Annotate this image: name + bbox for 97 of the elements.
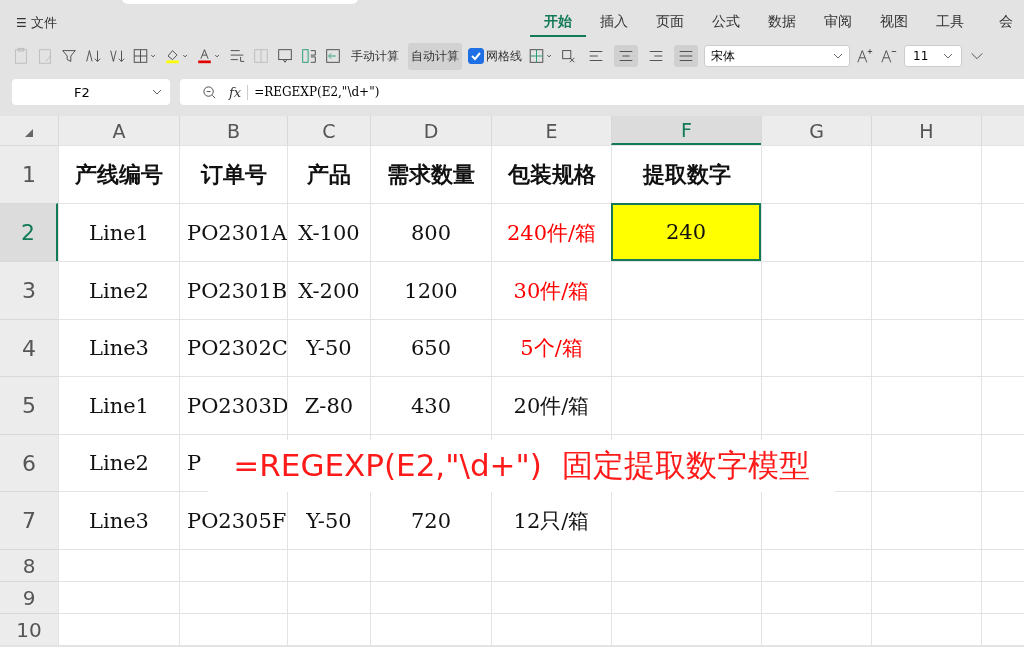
table-cell: 240 — [611, 203, 761, 261]
table-cell: X-100 — [287, 203, 370, 261]
zoom-icon[interactable] — [202, 84, 217, 100]
insert-cells-icon[interactable] — [324, 47, 342, 65]
table-cell — [981, 376, 1024, 434]
ribbon-tab[interactable]: 页面 — [642, 9, 698, 37]
table-cell: Line1 — [58, 376, 179, 434]
name-box[interactable]: F2 — [12, 79, 170, 105]
table-cell: Line1 — [58, 203, 179, 261]
borders-icon[interactable] — [132, 47, 158, 65]
column-header[interactable]: G — [761, 116, 871, 145]
ribbon-tab[interactable]: 数据 — [754, 9, 810, 37]
clear-format-icon[interactable] — [560, 47, 578, 65]
ribbon-tab[interactable]: 视图 — [866, 9, 922, 37]
table-cell: 20件/箱 — [491, 376, 611, 434]
sort-descending-icon[interactable] — [108, 47, 126, 65]
row-header[interactable]: 7 — [0, 491, 58, 549]
table-cell: Line2 — [58, 434, 179, 491]
column-header[interactable]: B — [179, 116, 287, 145]
ribbon-tab[interactable]: 工具 — [922, 9, 978, 37]
column-header[interactable]: F — [611, 116, 761, 145]
row-header[interactable]: 1 — [0, 145, 58, 203]
table-cell: Y-50 — [287, 319, 370, 376]
table-cell — [981, 319, 1024, 376]
fill-color-icon[interactable] — [164, 47, 190, 65]
ribbon-tab[interactable]: 审阅 — [810, 9, 866, 37]
table-cell: PO2302C — [179, 319, 287, 376]
row-header[interactable]: 5 — [0, 376, 58, 434]
table-cell: 包装规格 — [491, 145, 611, 203]
select-all-icon[interactable] — [25, 129, 33, 137]
table-cell: 30件/箱 — [491, 261, 611, 319]
chevron-down-icon — [943, 53, 953, 59]
row-header[interactable]: 8 — [0, 549, 58, 581]
row-header[interactable]: 6 — [0, 434, 58, 491]
row-header[interactable]: 4 — [0, 319, 58, 376]
font-select[interactable]: 宋体 — [704, 45, 850, 67]
sort-ascending-icon[interactable] — [84, 47, 102, 65]
table-cell: 1200 — [370, 261, 491, 319]
table-cell: 430 — [370, 376, 491, 434]
manual-calc-button[interactable]: 手动计算 — [348, 42, 402, 70]
ribbon-tab[interactable]: 插入 — [586, 9, 642, 37]
gridlines-checkbox[interactable] — [468, 48, 484, 64]
table-cell: Line2 — [58, 261, 179, 319]
column-header[interactable]: C — [287, 116, 370, 145]
row-header[interactable]: 10 — [0, 613, 58, 645]
table-cell — [981, 434, 1024, 491]
table-cell: Line3 — [58, 491, 179, 549]
gridlines-label: 网格线 — [486, 47, 522, 65]
row-header[interactable]: 2 — [0, 203, 58, 261]
align-button[interactable] — [674, 45, 698, 67]
chevron-down-icon — [833, 53, 843, 59]
font-size-value: 11 — [913, 49, 929, 63]
auto-calc-button[interactable]: 自动计算 — [408, 42, 462, 70]
chevron-down-icon — [152, 89, 162, 95]
column-header[interactable]: H — [871, 116, 981, 145]
row-header[interactable]: 9 — [0, 581, 58, 613]
row-header[interactable]: 3 — [0, 261, 58, 319]
table-cell: 需求数量 — [370, 145, 491, 203]
font-size-select[interactable]: 11 — [904, 45, 962, 67]
table-cell: 订单号 — [179, 145, 287, 203]
table-cell: PO2303D — [179, 376, 287, 434]
table-cell: PO2301B — [179, 261, 287, 319]
table-cell: 5个/箱 — [491, 319, 611, 376]
table-cell: Z-80 — [287, 376, 370, 434]
formula-caption: =REGEXP(E2,"\d+") 固定提取数字模型 — [208, 440, 835, 492]
table-cell: 产品 — [287, 145, 370, 203]
increase-font-icon[interactable] — [856, 47, 874, 65]
table-cell — [981, 549, 1024, 581]
function-button[interactable]: fx — [229, 84, 249, 100]
table-cell: 650 — [370, 319, 491, 376]
font-color-icon[interactable] — [196, 47, 222, 65]
table-cell — [981, 203, 1024, 261]
file-menu[interactable]: ☰ 文件 — [12, 12, 61, 34]
font-name: 宋体 — [711, 47, 735, 65]
column-header[interactable]: D — [370, 116, 491, 145]
table-icon[interactable] — [300, 47, 318, 65]
table-cell: 产线编号 — [58, 145, 179, 203]
formula-field[interactable]: fx =REGEXP(E2,"\d+") — [180, 79, 1024, 105]
ribbon-tab[interactable]: 会 — [978, 9, 1024, 37]
table-cell: PO2301A — [179, 203, 287, 261]
cell-style-icon[interactable] — [528, 47, 554, 65]
column-header[interactable]: A — [58, 116, 179, 145]
ribbon-tab[interactable]: 公式 — [698, 9, 754, 37]
wrap-text-icon[interactable] — [228, 47, 246, 65]
filter-icon[interactable] — [60, 47, 78, 65]
table-cell: 800 — [370, 203, 491, 261]
decrease-font-icon[interactable] — [880, 47, 898, 65]
table-cell — [981, 261, 1024, 319]
align-button[interactable] — [614, 45, 638, 67]
merge-cells-icon[interactable] — [252, 47, 270, 65]
table-cell — [981, 491, 1024, 549]
table-cell: Line3 — [58, 319, 179, 376]
table-cell: X-200 — [287, 261, 370, 319]
table-cell — [981, 581, 1024, 613]
text-box-icon[interactable] — [276, 47, 294, 65]
cell-reference: F2 — [74, 84, 90, 100]
ribbon-tab[interactable]: 开始 — [530, 9, 586, 37]
